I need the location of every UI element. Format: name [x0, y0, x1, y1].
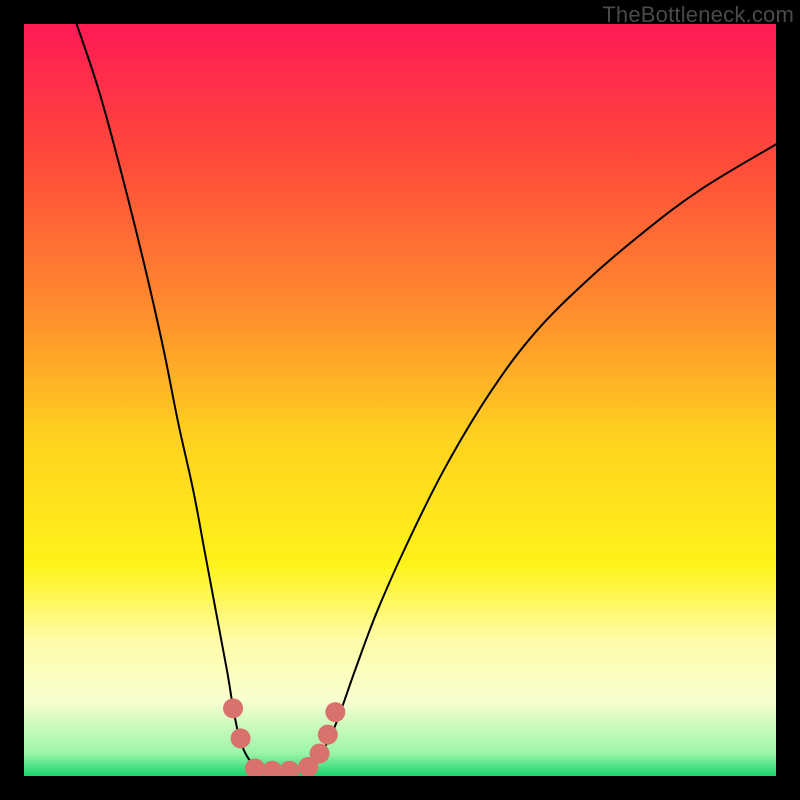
marker-point: [231, 728, 251, 748]
marker-point: [223, 698, 243, 718]
marker-point: [325, 702, 345, 722]
marker-point: [310, 743, 330, 763]
chart-background: [24, 24, 776, 776]
chart-plot: [24, 24, 776, 776]
marker-point: [318, 725, 338, 745]
watermark-text: TheBottleneck.com: [602, 2, 794, 28]
chart-frame: [24, 24, 776, 776]
